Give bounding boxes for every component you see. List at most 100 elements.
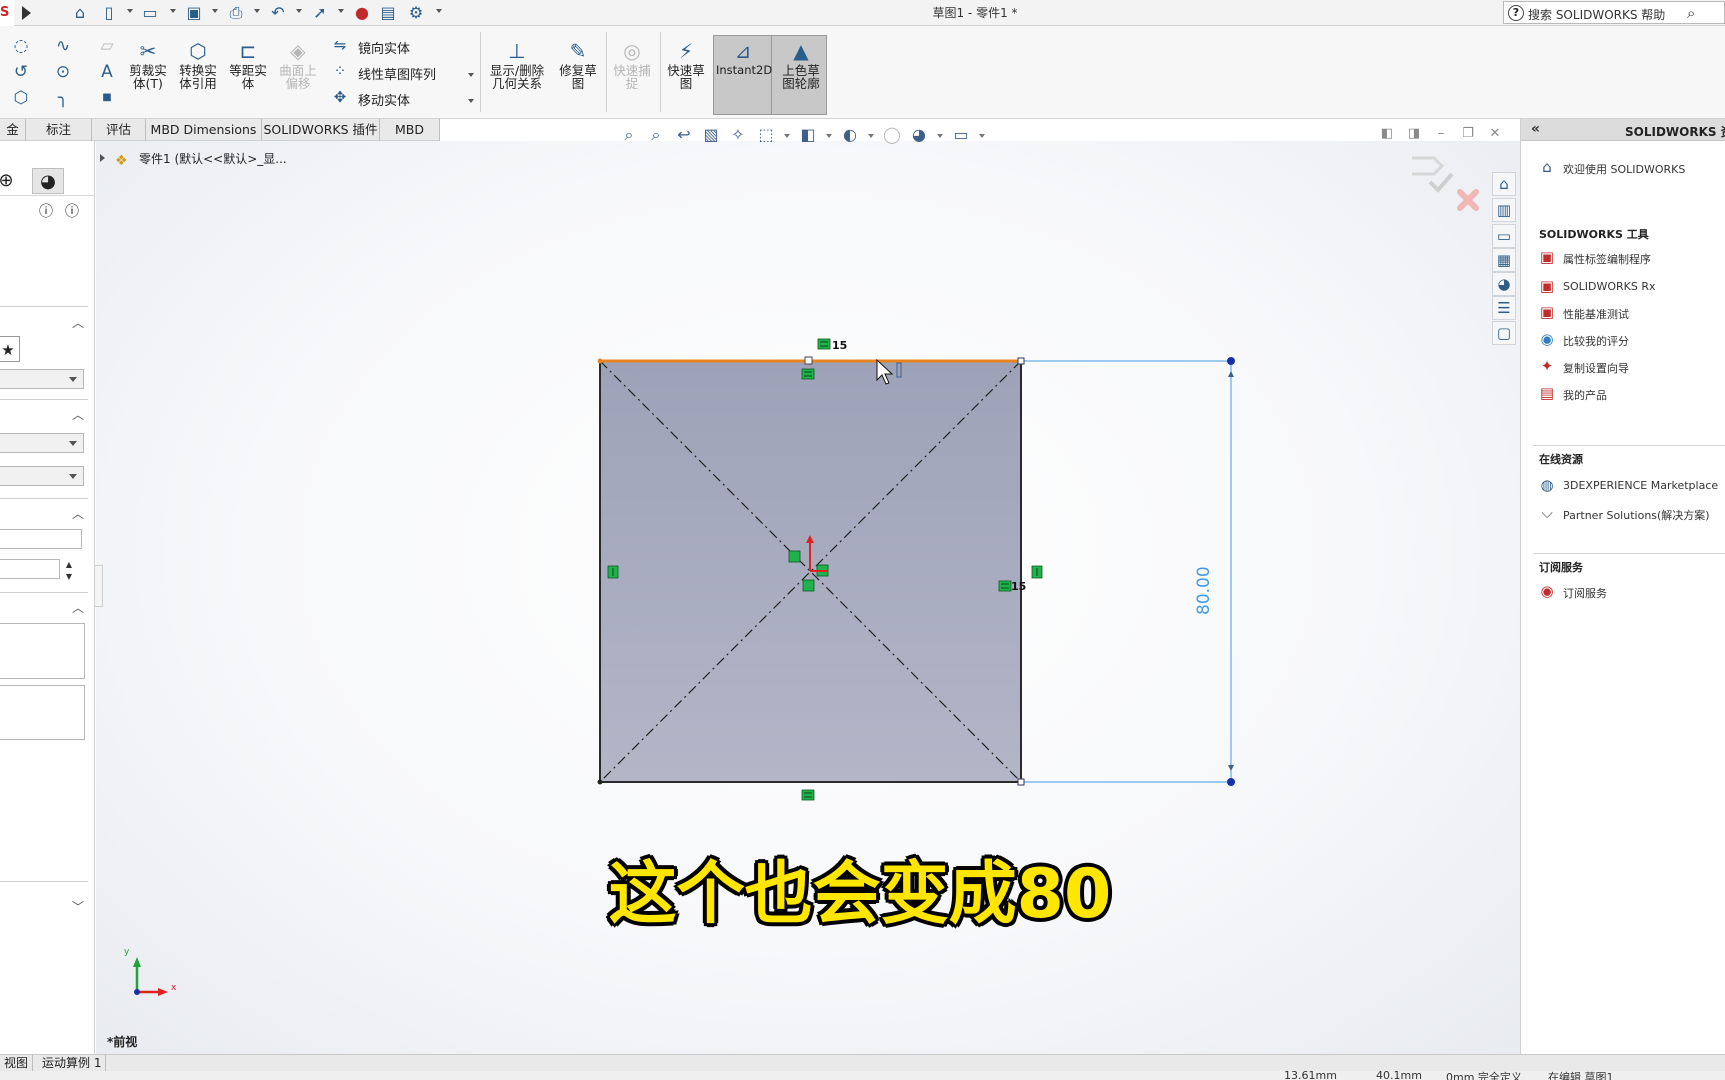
resources-home-icon[interactable]: ⌂ — [1492, 172, 1516, 196]
hide-show-items-icon[interactable]: ◐ — [839, 124, 861, 146]
configuration-manager-icon[interactable]: ⊕ — [0, 168, 18, 194]
pm-number-input[interactable] — [0, 559, 60, 579]
corner-point-bottom-right[interactable] — [1017, 778, 1025, 786]
hide-show-dropdown[interactable] — [868, 134, 874, 138]
display-delete-relations-button[interactable]: ⊥ 显示/删除 几何关系 — [484, 38, 550, 110]
spline-tool-icon[interactable]: ∿ — [52, 35, 74, 57]
view-settings-dropdown[interactable] — [979, 134, 985, 138]
exit-sketch-icon[interactable] — [1412, 156, 1445, 176]
help-search-input[interactable]: ? 搜索 SOLIDWORKS 帮助 ⌕ — [1503, 1, 1725, 24]
view-palette-icon[interactable]: ▦ — [1492, 248, 1516, 272]
apply-scene-dropdown[interactable] — [937, 134, 943, 138]
zoom-to-fit-icon[interactable]: ⌕ — [618, 124, 640, 146]
zoom-to-area-icon[interactable]: ⌕ — [645, 124, 667, 146]
pm-list-box-1[interactable] — [0, 623, 85, 679]
offset-entities-button[interactable]: ⊏ 等距实 体 — [224, 38, 272, 110]
section-collapse-icon[interactable]: ︿ — [72, 602, 84, 614]
cancel-x-icon[interactable] — [1457, 189, 1479, 211]
tab-model-view[interactable]: 视图 — [0, 1055, 34, 1072]
panel-splitter-handle[interactable] — [95, 565, 103, 607]
relation-midpoint-top[interactable] — [801, 368, 815, 380]
linear-pattern-dropdown-icon[interactable] — [468, 73, 474, 77]
convert-entities-button[interactable]: ⬡ 转换实 体引用 — [174, 38, 222, 110]
select-pointer-icon[interactable]: ➚ — [310, 3, 330, 23]
new-dropdown-icon[interactable] — [127, 9, 133, 13]
pm-text-input[interactable] — [0, 529, 82, 549]
tile-left-icon[interactable]: ◧ — [1379, 126, 1395, 142]
corner-point-top-left[interactable] — [597, 358, 603, 364]
appearances-icon[interactable]: ◕ — [1492, 272, 1516, 296]
open-folder-icon[interactable]: ▭ — [140, 3, 160, 23]
save-dropdown-icon[interactable] — [212, 9, 218, 13]
tab-motion-study[interactable]: 运动算例 1 — [38, 1055, 107, 1072]
midpoint-top[interactable] — [804, 356, 813, 365]
relation-coincident-3[interactable] — [802, 579, 815, 592]
rapid-sketch-button[interactable]: ⚡ 快速草 图 — [662, 38, 710, 110]
options-dropdown-icon[interactable] — [436, 9, 442, 13]
repair-sketch-button[interactable]: ✎ 修复草 图 — [554, 38, 602, 110]
relation-horizontal-bottom[interactable] — [801, 789, 815, 801]
dynamic-annotation-icon[interactable]: ✧ — [727, 124, 749, 146]
tile-right-icon[interactable]: ◨ — [1406, 126, 1422, 142]
move-dropdown-icon[interactable] — [468, 99, 474, 103]
solidworks-logo[interactable]: S — [0, 0, 14, 26]
section-view-icon[interactable]: ▧ — [700, 124, 722, 146]
custom-properties-icon[interactable]: ☰ — [1492, 296, 1516, 320]
pm-dropdown-3[interactable] — [0, 466, 84, 486]
relation-coincident-1[interactable] — [788, 550, 801, 563]
shaded-sketch-contours-button[interactable]: ▲ 上色草 图轮廓 — [774, 38, 828, 110]
point-tool-icon[interactable]: ■ — [96, 87, 118, 109]
tab-solidworks-addins[interactable]: SOLIDWORKS 插件 — [262, 119, 380, 141]
display-style-dropdown[interactable] — [826, 134, 832, 138]
pm-question-icon[interactable]: ⓘ — [60, 199, 84, 225]
text-tool-icon[interactable]: A — [96, 61, 118, 83]
corner-point-top-right[interactable] — [1017, 357, 1025, 365]
undo-dropdown-icon[interactable] — [296, 9, 302, 13]
print-icon[interactable]: ⎙ — [226, 3, 246, 23]
previous-view-icon[interactable]: ↩ — [673, 124, 695, 146]
trim-entities-button[interactable]: ✂ 剪裁实 体(T) — [124, 38, 172, 110]
number-spinner-icon[interactable]: ▲ ▼ — [63, 559, 75, 583]
tab-mbd[interactable]: MBD — [380, 119, 440, 141]
relation-horizontal-top[interactable] — [817, 338, 831, 350]
open-dropdown-icon[interactable] — [170, 9, 176, 13]
section-collapse-icon[interactable]: ︿ — [72, 508, 84, 520]
tab-features[interactable]: 金 — [0, 119, 26, 141]
pm-list-box-2[interactable] — [0, 685, 85, 740]
apply-scene-icon[interactable]: ◕ — [908, 124, 930, 146]
options-gear-icon[interactable]: ⚙ — [406, 3, 426, 23]
selection-filter-icon[interactable]: ★ — [0, 336, 20, 362]
file-properties-icon[interactable]: ▤ — [378, 3, 398, 23]
dimension-value[interactable]: 80.00 — [1194, 561, 1224, 621]
tab-markup[interactable]: 标注 — [26, 119, 92, 141]
undo-icon[interactable]: ↶ — [268, 3, 288, 23]
section-expand-icon[interactable]: ﹀ — [72, 901, 84, 913]
print-dropdown-icon[interactable] — [254, 9, 260, 13]
restore-icon[interactable]: ❐ — [1460, 126, 1476, 142]
tree-expand-icon[interactable] — [100, 154, 105, 162]
fillet-tool-icon[interactable]: ╮ — [52, 87, 74, 109]
pm-dropdown-2[interactable] — [0, 433, 84, 453]
search-icon[interactable]: ⌕ — [1687, 4, 1695, 22]
view-orientation-icon[interactable]: ⬚ — [755, 124, 777, 146]
menu-expand-icon[interactable] — [22, 6, 31, 20]
instant2d-button[interactable]: ⊿ Instant2D — [716, 38, 772, 110]
edit-appearance-icon[interactable]: ◯ — [881, 124, 903, 146]
view-settings-icon[interactable]: ▭ — [950, 124, 972, 146]
appearance-manager-icon[interactable]: ◕ — [32, 168, 64, 194]
display-style-icon[interactable]: ◧ — [797, 124, 819, 146]
rebuild-traffic-light-icon[interactable]: ● — [352, 3, 372, 23]
pm-help-icon[interactable]: ⓘ — [34, 199, 58, 225]
pm-dropdown-1[interactable] — [0, 369, 84, 389]
view-orientation-dropdown[interactable] — [784, 134, 790, 138]
save-icon[interactable]: ▣ — [184, 3, 204, 23]
relation-horizontal-right[interactable] — [998, 580, 1012, 592]
minimize-icon[interactable]: – — [1433, 126, 1449, 142]
forum-icon[interactable]: ▢ — [1492, 321, 1516, 345]
section-collapse-icon[interactable]: ︿ — [72, 409, 84, 421]
new-document-icon[interactable]: ▯ — [99, 3, 119, 23]
feature-tree-flyout[interactable]: ❖ 零件1 (默认<<默认>_显... — [100, 150, 287, 169]
tab-evaluate[interactable]: 评估 — [92, 119, 146, 141]
corner-point-bottom-left[interactable] — [597, 779, 603, 785]
collapse-pane-icon[interactable]: « — [1531, 121, 1540, 137]
